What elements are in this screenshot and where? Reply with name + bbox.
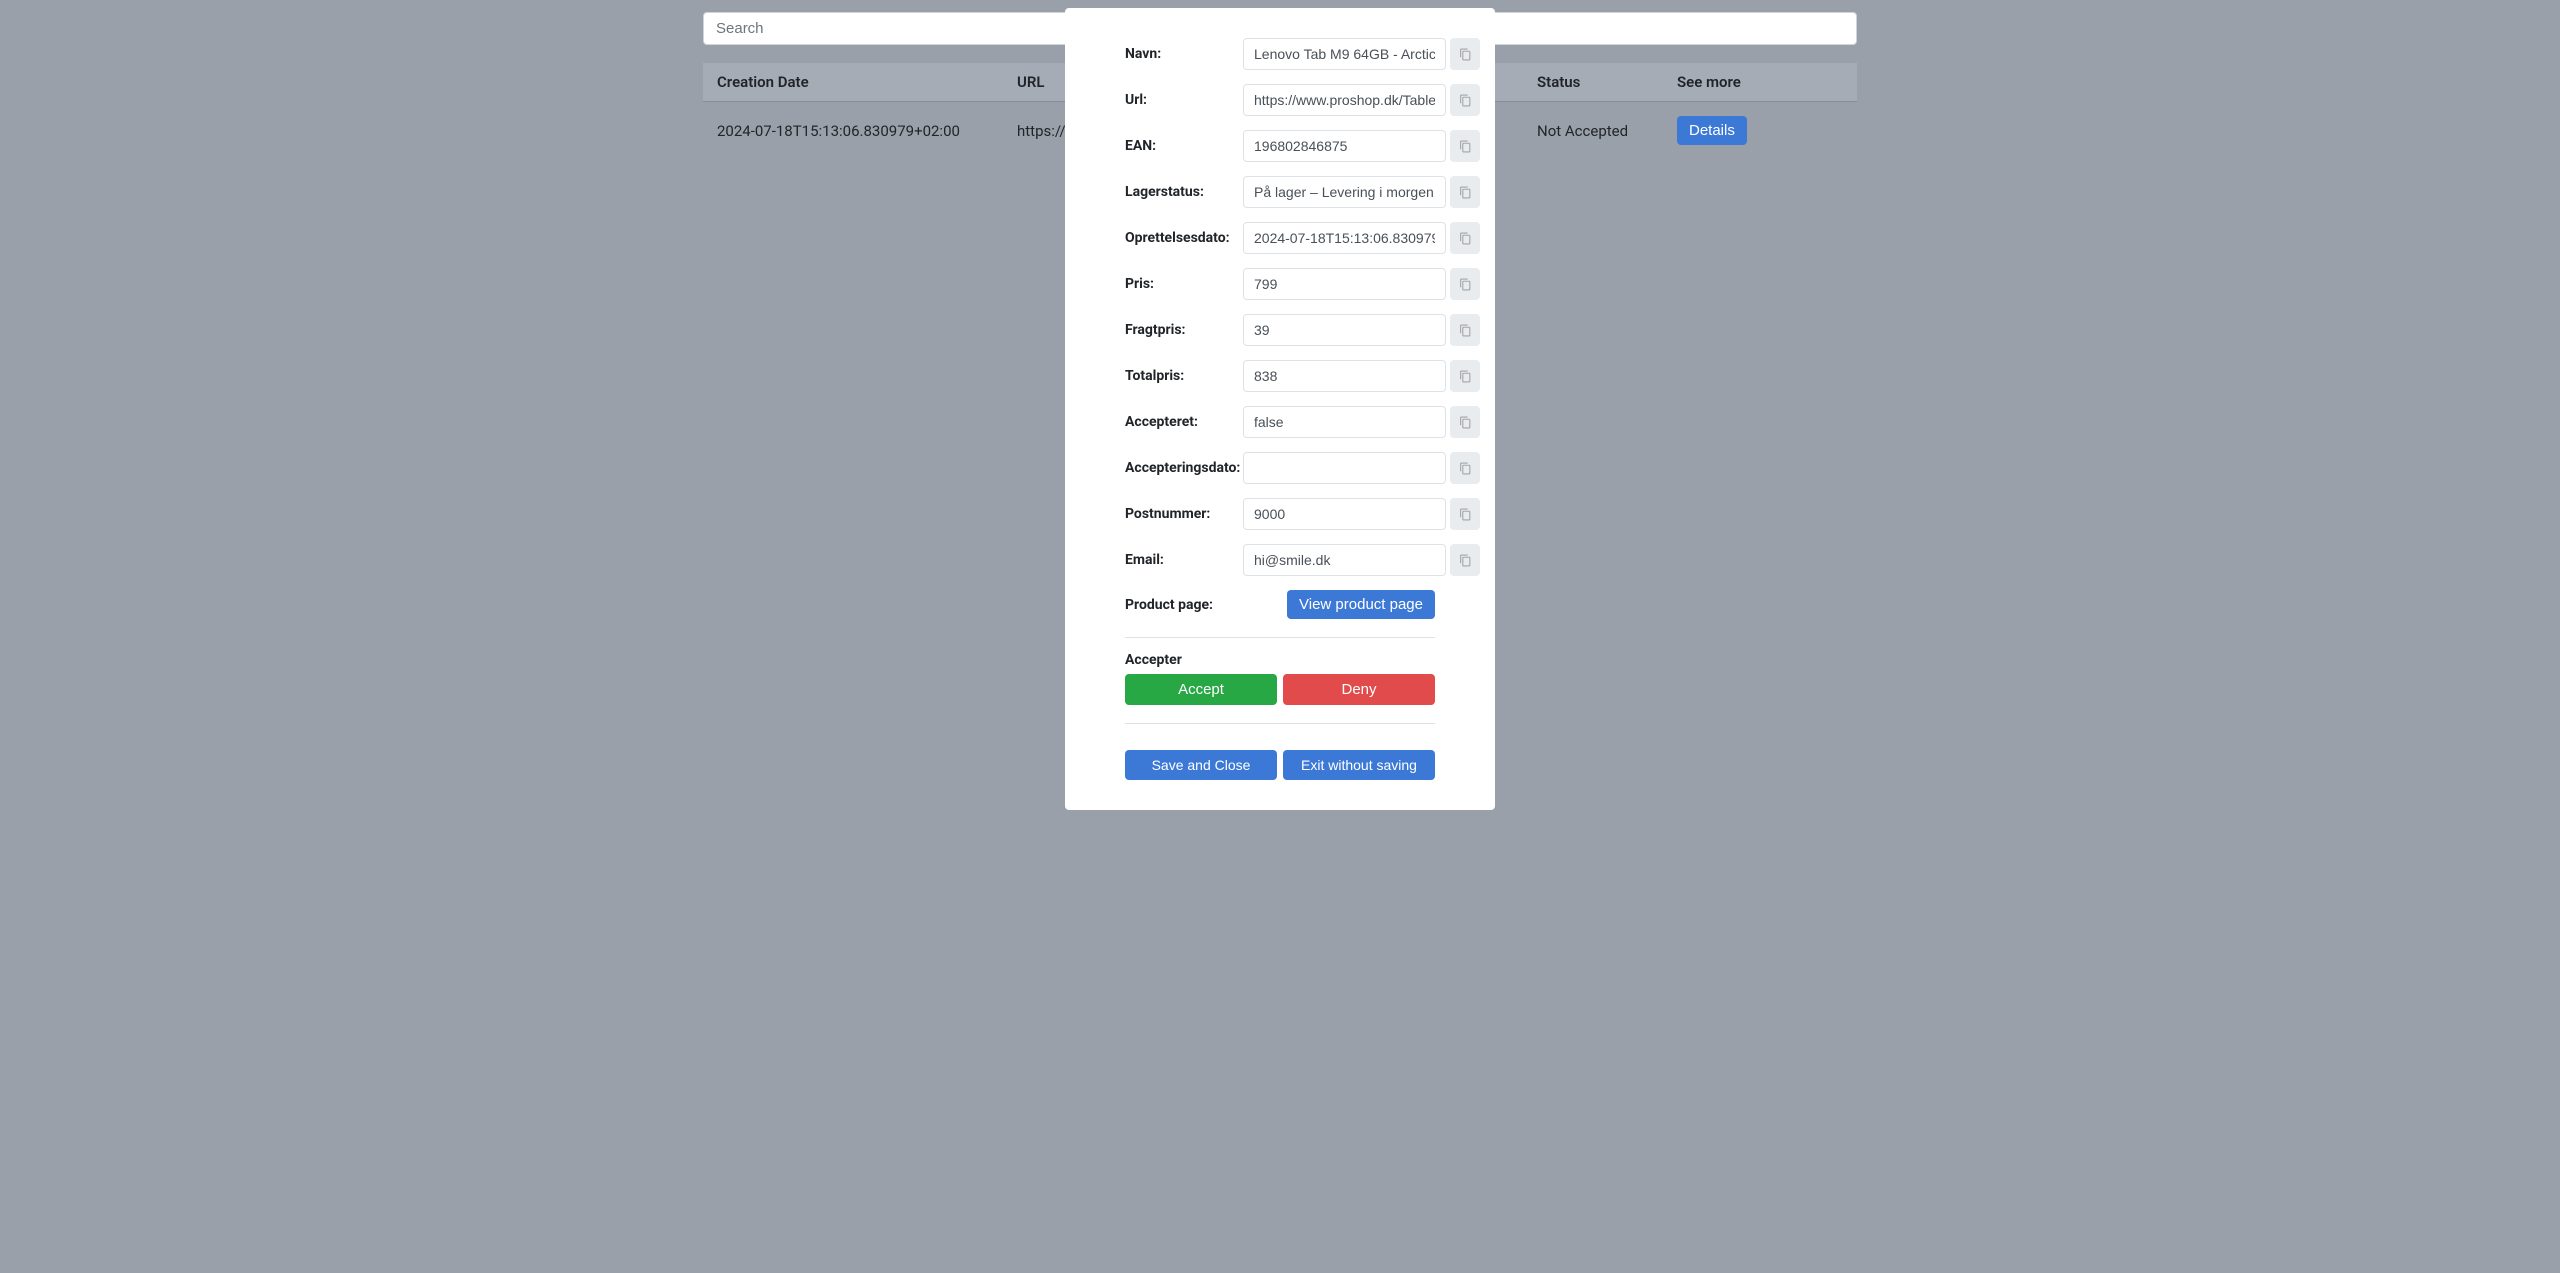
accepteringsdato-copy-button[interactable] xyxy=(1450,452,1480,484)
ean-label: EAN: xyxy=(1125,138,1243,154)
deny-button[interactable]: Deny xyxy=(1283,674,1435,705)
copy-icon xyxy=(1459,232,1472,245)
copy-icon xyxy=(1459,324,1472,337)
postnummer-copy-button[interactable] xyxy=(1450,498,1480,530)
email-input[interactable] xyxy=(1243,544,1446,576)
url-label: Url: xyxy=(1125,92,1243,108)
fragtpris-label: Fragtpris: xyxy=(1125,322,1243,338)
accepteringsdato-label: Accepteringsdato: xyxy=(1125,460,1243,476)
fragtpris-copy-button[interactable] xyxy=(1450,314,1480,346)
exit-without-saving-button[interactable]: Exit without saving xyxy=(1283,750,1435,780)
copy-icon xyxy=(1459,554,1472,567)
copy-icon xyxy=(1459,94,1472,107)
pris-input[interactable] xyxy=(1243,268,1446,300)
email-copy-button[interactable] xyxy=(1450,544,1480,576)
oprettelsesdato-label: Oprettelsesdato: xyxy=(1125,230,1243,246)
accepter-label: Accepter xyxy=(1125,652,1435,668)
modal-content: Navn: Url: EAN: xyxy=(1065,8,1495,810)
postnummer-input[interactable] xyxy=(1243,498,1446,530)
lagerstatus-input[interactable] xyxy=(1243,176,1446,208)
accept-button[interactable]: Accept xyxy=(1125,674,1277,705)
url-input[interactable] xyxy=(1243,84,1446,116)
totalpris-label: Totalpris: xyxy=(1125,368,1243,384)
totalpris-copy-button[interactable] xyxy=(1450,360,1480,392)
url-copy-button[interactable] xyxy=(1450,84,1480,116)
pris-copy-button[interactable] xyxy=(1450,268,1480,300)
product-page-label: Product page: xyxy=(1125,597,1213,613)
lagerstatus-label: Lagerstatus: xyxy=(1125,184,1243,200)
accepteret-copy-button[interactable] xyxy=(1450,406,1480,438)
copy-icon xyxy=(1459,140,1472,153)
copy-icon xyxy=(1459,508,1472,521)
pris-label: Pris: xyxy=(1125,276,1243,292)
copy-icon xyxy=(1459,462,1472,475)
fragtpris-input[interactable] xyxy=(1243,314,1446,346)
ean-input[interactable] xyxy=(1243,130,1446,162)
oprettelsesdato-copy-button[interactable] xyxy=(1450,222,1480,254)
postnummer-label: Postnummer: xyxy=(1125,506,1243,522)
copy-icon xyxy=(1459,186,1472,199)
email-label: Email: xyxy=(1125,552,1243,568)
copy-icon xyxy=(1459,48,1472,61)
view-product-page-button[interactable]: View product page xyxy=(1287,590,1435,619)
navn-label: Navn: xyxy=(1125,46,1243,62)
accepteret-input[interactable] xyxy=(1243,406,1446,438)
oprettelsesdato-input[interactable] xyxy=(1243,222,1446,254)
navn-input[interactable] xyxy=(1243,38,1446,70)
lagerstatus-copy-button[interactable] xyxy=(1450,176,1480,208)
totalpris-input[interactable] xyxy=(1243,360,1446,392)
accepteret-label: Accepteret: xyxy=(1125,414,1243,430)
copy-icon xyxy=(1459,416,1472,429)
copy-icon xyxy=(1459,278,1472,291)
accepteringsdato-input[interactable] xyxy=(1243,452,1446,484)
copy-icon xyxy=(1459,370,1472,383)
details-modal: Navn: Url: EAN: xyxy=(0,0,2560,1273)
navn-copy-button[interactable] xyxy=(1450,38,1480,70)
save-close-button[interactable]: Save and Close xyxy=(1125,750,1277,780)
ean-copy-button[interactable] xyxy=(1450,130,1480,162)
